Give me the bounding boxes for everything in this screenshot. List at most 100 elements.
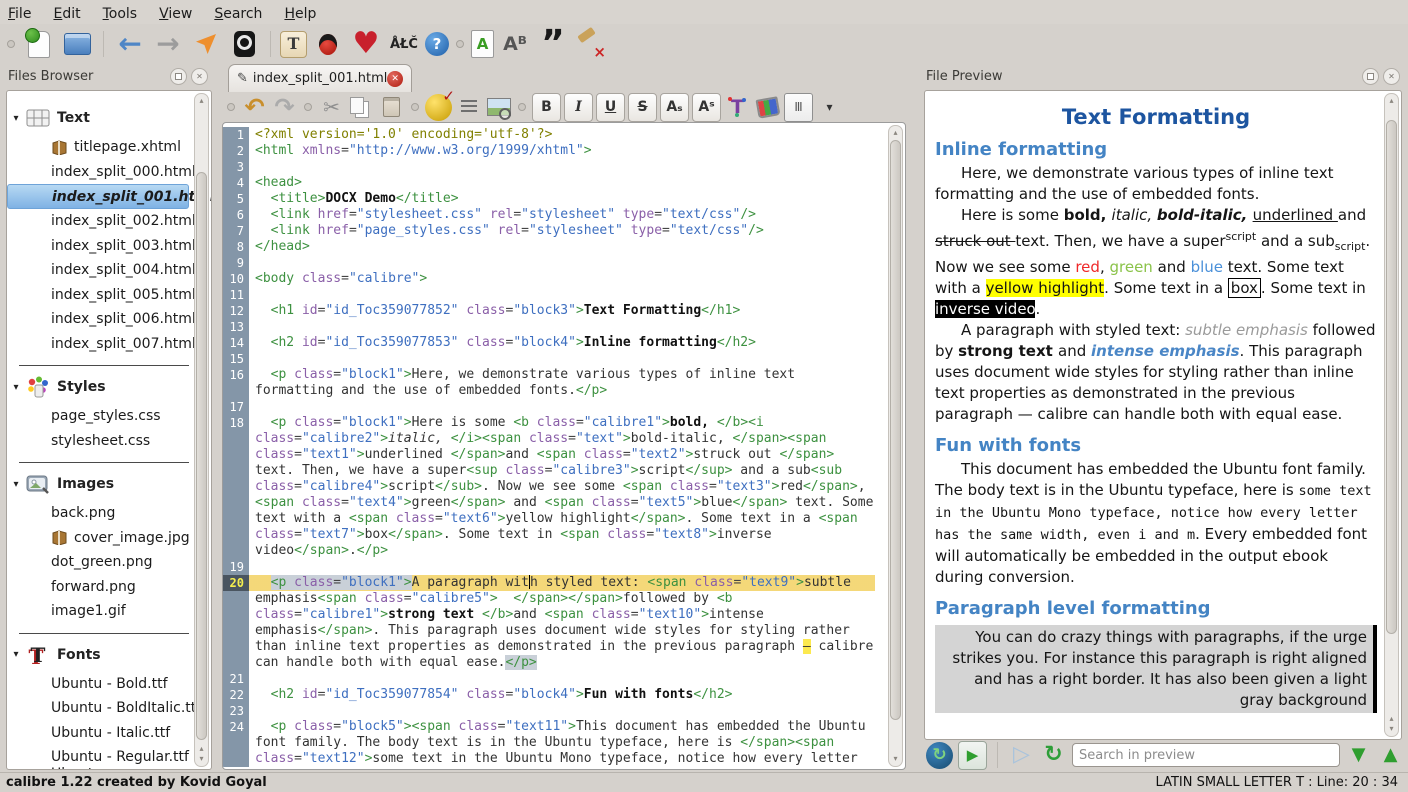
- remove-unused-css-icon[interactable]: ×: [574, 27, 608, 61]
- file-item-index_split_007.html[interactable]: index_split_007.html: [7, 332, 211, 357]
- italic-icon[interactable]: I: [564, 93, 593, 122]
- menu-file[interactable]: File: [8, 6, 31, 22]
- code-text[interactable]: [249, 351, 875, 367]
- scroll-up-icon[interactable]: ▴: [195, 744, 208, 754]
- scroll-down-icon[interactable]: ▾: [1385, 724, 1398, 734]
- find-next-icon[interactable]: ▼: [1345, 742, 1372, 769]
- preview-scrollbar[interactable]: ▴ ▴ ▾: [1384, 93, 1399, 737]
- refresh-preview-icon[interactable]: ↻: [926, 742, 953, 769]
- file-item-index_split_005.html[interactable]: index_split_005.html: [7, 283, 211, 308]
- code-text[interactable]: [249, 287, 875, 303]
- redo-icon[interactable]: ↷: [271, 94, 298, 121]
- chevron-down-icon[interactable]: ▾: [7, 479, 25, 490]
- forward-icon[interactable]: →: [151, 27, 185, 61]
- code-text[interactable]: [249, 671, 875, 687]
- file-item-Ubuntu - Italic.ttf[interactable]: Ubuntu - Italic.ttf: [7, 721, 211, 746]
- check-book-icon[interactable]: [311, 27, 345, 61]
- jog-icon[interactable]: [227, 27, 261, 61]
- files-scroll-thumb[interactable]: [196, 172, 207, 740]
- color-text-icon[interactable]: T: [724, 94, 751, 121]
- code-text[interactable]: <p class="block1">Here is some <b class=…: [249, 415, 875, 559]
- edit-text-icon[interactable]: T: [280, 31, 307, 58]
- save-icon[interactable]: [60, 27, 94, 61]
- file-item-Ubuntu - Bold.ttf[interactable]: Ubuntu - Bold.ttf: [7, 672, 211, 697]
- code-text[interactable]: </head>: [249, 239, 875, 255]
- run-preview-icon[interactable]: ▶: [958, 741, 987, 770]
- code-text[interactable]: <h2 id="id_Toc359077853" class="block4">…: [249, 335, 875, 351]
- file-item-index_split_000.html[interactable]: index_split_000.html: [7, 160, 211, 185]
- file-item-index_split_006.html[interactable]: index_split_006.html: [7, 307, 211, 332]
- file-item-forward.png[interactable]: forward.png: [7, 575, 211, 600]
- scroll-up-icon[interactable]: ▴: [889, 128, 902, 138]
- file-item-index_split_003.html[interactable]: index_split_003.html: [7, 234, 211, 259]
- underline-icon[interactable]: U: [596, 93, 625, 122]
- spell-check-icon[interactable]: ÅŁČ: [387, 27, 421, 61]
- justify-icon[interactable]: [455, 94, 482, 121]
- undo-icon[interactable]: ↶: [241, 94, 268, 121]
- code-text[interactable]: [249, 559, 875, 575]
- code-text[interactable]: [249, 255, 875, 271]
- float-panel-icon[interactable]: [1362, 68, 1379, 85]
- file-item-index_split_002.html[interactable]: index_split_002.html: [7, 209, 211, 234]
- subscript-icon[interactable]: Aₛ: [660, 93, 689, 122]
- search-in-preview-input[interactable]: [1072, 743, 1340, 767]
- scroll-up-icon[interactable]: ▴: [195, 96, 208, 106]
- code-text[interactable]: <p class="block1">A paragraph with style…: [249, 575, 875, 671]
- paste-icon[interactable]: [378, 94, 405, 121]
- donate-icon[interactable]: ♥: [349, 27, 383, 61]
- file-item-index_split_001.html[interactable]: index_split_001.html: [7, 184, 189, 209]
- code-text[interactable]: [249, 319, 875, 335]
- cut-icon[interactable]: ✂: [318, 94, 345, 121]
- superscript-icon[interactable]: Aˢ: [692, 93, 721, 122]
- files-scrollbar[interactable]: ▴ ▴ ▾: [194, 93, 209, 767]
- float-panel-icon[interactable]: [170, 68, 187, 85]
- code-text[interactable]: <body class="calibre">: [249, 271, 875, 287]
- find-previous-icon[interactable]: ▲: [1377, 742, 1404, 769]
- file-item-titlepage.xhtml[interactable]: titlepage.xhtml: [7, 135, 211, 160]
- section-images[interactable]: ▾Images: [7, 469, 211, 499]
- menu-help[interactable]: Help: [284, 6, 316, 22]
- menu-search[interactable]: Search: [214, 6, 262, 22]
- smarten-punctuation-icon[interactable]: ”: [536, 27, 570, 61]
- code-text[interactable]: <link href="stylesheet.css" rel="stylesh…: [249, 207, 875, 223]
- strikethrough-icon[interactable]: S: [628, 93, 657, 122]
- code-text[interactable]: <h2 id="id_Toc359077854" class="block4">…: [249, 687, 875, 703]
- preview-scroll-thumb[interactable]: [1386, 120, 1397, 634]
- copy-icon[interactable]: [348, 94, 375, 121]
- beautify-file-icon[interactable]: A: [471, 30, 494, 58]
- section-text[interactable]: ▾Text: [7, 103, 211, 133]
- close-panel-icon[interactable]: ✕: [191, 68, 208, 85]
- code-text[interactable]: <?xml version='1.0' encoding='utf-8'?>: [249, 127, 875, 143]
- chevron-down-icon[interactable]: ▾: [7, 113, 25, 124]
- chevron-down-icon[interactable]: ▾: [7, 649, 25, 660]
- scroll-up-icon[interactable]: ▴: [1385, 714, 1398, 724]
- menu-edit[interactable]: Edit: [53, 6, 80, 22]
- code-text[interactable]: <link href="page_styles.css" rel="styles…: [249, 223, 875, 239]
- code-text[interactable]: <h1 id="id_Toc359077852" class="block3">…: [249, 303, 875, 319]
- file-item-back.png[interactable]: back.png: [7, 501, 211, 526]
- menu-tools[interactable]: Tools: [103, 6, 138, 22]
- scroll-down-icon[interactable]: ▾: [889, 754, 902, 764]
- editor-scrollbar[interactable]: ▴ ▾: [888, 125, 903, 767]
- editor-scroll-thumb[interactable]: [890, 140, 901, 720]
- code-text[interactable]: <p class="block5"><span class="text11">T…: [249, 719, 875, 767]
- sync-position-icon[interactable]: ▷: [1008, 742, 1035, 769]
- close-tab-icon[interactable]: ✕: [387, 71, 403, 87]
- chevron-down-icon[interactable]: ▾: [7, 382, 25, 393]
- insert-tag-icon[interactable]: Ⅲ: [784, 93, 813, 122]
- file-item-cover_image.jpg[interactable]: cover_image.jpg: [7, 526, 211, 551]
- insert-image-icon[interactable]: [485, 94, 512, 121]
- section-styles[interactable]: ▾Styles: [7, 372, 211, 402]
- code-editor[interactable]: 1<?xml version='1.0' encoding='utf-8'?>2…: [222, 122, 906, 770]
- check-html-icon[interactable]: ✓: [425, 94, 452, 121]
- scroll-down-icon[interactable]: ▾: [195, 754, 208, 764]
- help-icon[interactable]: ?: [425, 32, 449, 56]
- new-file-icon[interactable]: [22, 27, 56, 61]
- section-fonts[interactable]: ▾TFonts: [7, 640, 211, 670]
- code-text[interactable]: <title>DOCX Demo</title>: [249, 191, 875, 207]
- case-change-icon[interactable]: Aᴮ: [498, 27, 532, 61]
- code-text[interactable]: <head>: [249, 175, 875, 191]
- menu-view[interactable]: View: [159, 6, 192, 22]
- code-text[interactable]: [249, 399, 875, 415]
- file-item-page_styles.css[interactable]: page_styles.css: [7, 404, 211, 429]
